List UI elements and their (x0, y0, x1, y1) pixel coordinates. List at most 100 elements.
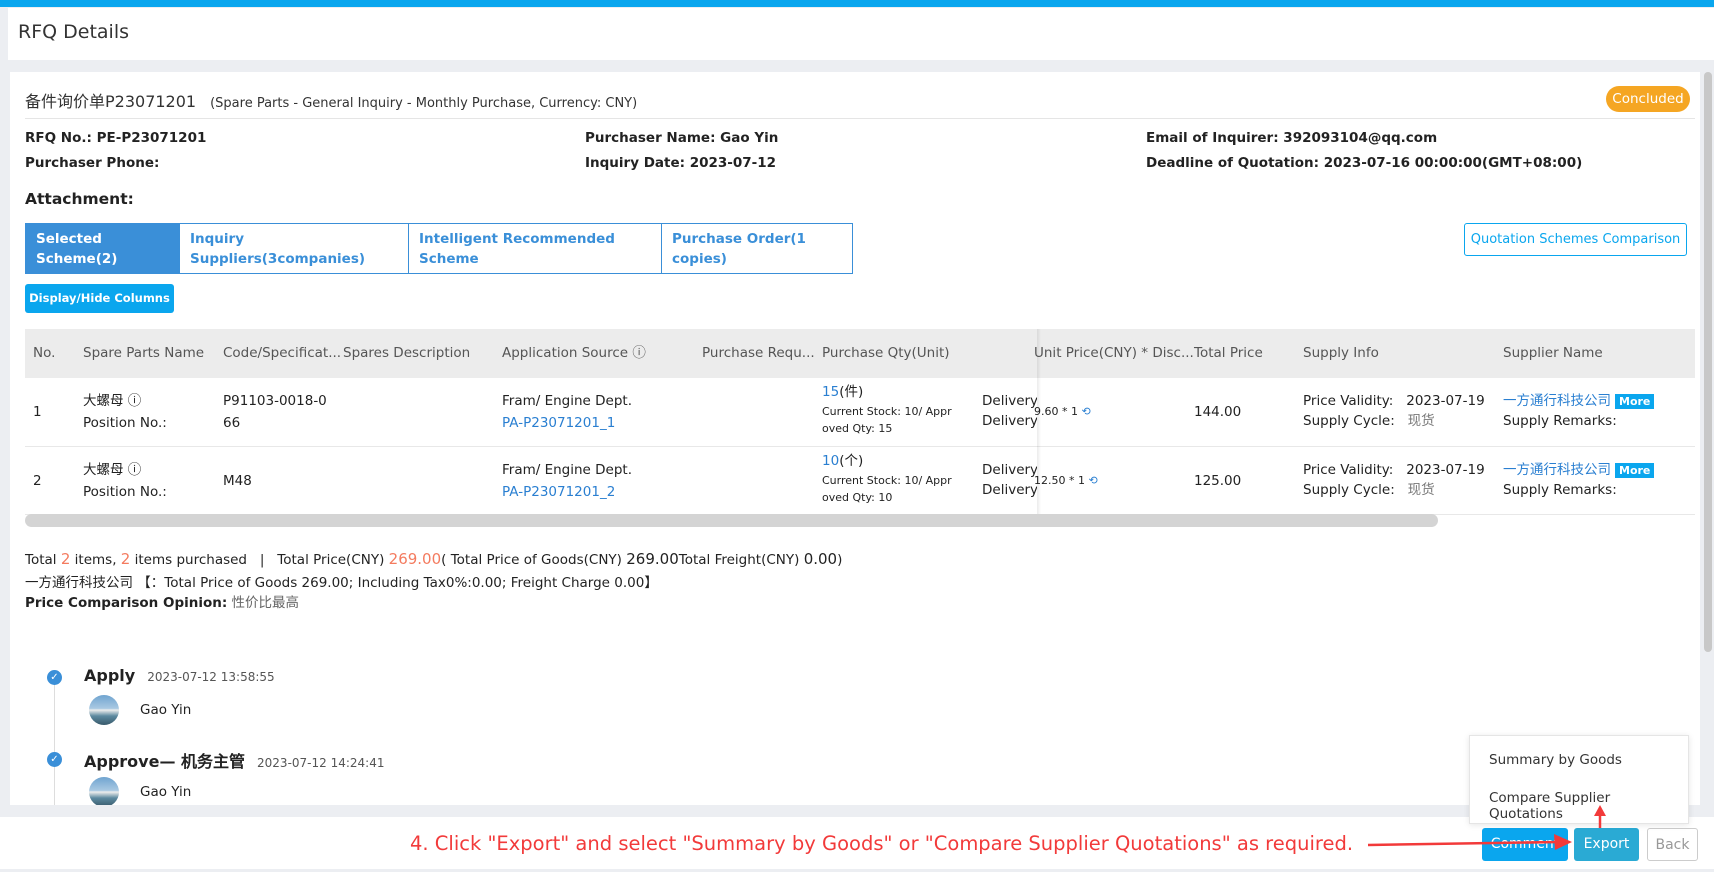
qty-unit: (个) (839, 453, 864, 469)
position-no: Position No.: (83, 415, 167, 431)
avatar (89, 695, 119, 725)
supply-remarks: Supply Remarks: (1503, 413, 1617, 429)
tab-inquiry-suppliers[interactable]: Inquiry Suppliers(3companies) (180, 224, 409, 273)
position-no: Position No.: (83, 484, 167, 500)
total-items: 2 (60, 550, 71, 568)
inquirer-email: Email of Inquirer: 392093104@qq.com (1146, 130, 1438, 146)
quotation-deadline: Deadline of Quotation: 2023-07-16 00:00:… (1146, 155, 1583, 171)
fixed-column-shadow (1037, 329, 1041, 514)
timeline-step-title: Apply 2023-07-12 13:58:55 (84, 666, 275, 685)
table-row: 2 大螺母 ⓘ Position No.: M48 Fram/ Engine D… (25, 447, 1695, 515)
quotation-schemes-comparison-button[interactable]: Quotation Schemes Comparison (1464, 223, 1687, 256)
purchase-qty[interactable]: 15 (822, 384, 839, 400)
col-unit-price: Unit Price(CNY) * Disc... (1034, 345, 1194, 361)
menu-item-compare-supplier-quotations[interactable]: Compare Supplier Quotations (1489, 790, 1688, 822)
timeline-line (54, 678, 55, 805)
col-code: Code/Specificat... (223, 345, 342, 361)
attachment-label: Attachment: (25, 190, 134, 208)
page-header: RFQ Details (8, 8, 1714, 60)
delivery-info: Delivery (982, 393, 1037, 409)
supplier-link[interactable]: 一方通行科技公司 (1503, 393, 1611, 409)
col-application-source: Application Source ⓘ (502, 345, 646, 361)
page-vertical-scrollbar[interactable] (1704, 72, 1712, 652)
purchaser-name: Purchaser Name: Gao Yin (585, 130, 779, 146)
inquiry-date: Inquiry Date: 2023-07-12 (585, 155, 777, 171)
tab-recommended-scheme[interactable]: Intelligent Recommended Scheme (409, 224, 662, 273)
history-icon[interactable]: ⟲ (1081, 405, 1090, 418)
display-hide-columns-button[interactable]: Display/Hide Columns (25, 284, 174, 313)
col-supplier-name: Supplier Name (1503, 345, 1603, 361)
table-horizontal-scrollbar[interactable] (25, 514, 1438, 527)
comment-button[interactable]: Comment (1482, 828, 1568, 861)
total-price: 144.00 (1194, 404, 1242, 420)
back-button[interactable]: Back (1647, 828, 1698, 861)
timeline-step-time: 2023-07-12 13:58:55 (147, 670, 275, 684)
goods-price-value: 269.00 (626, 550, 679, 568)
divider (25, 118, 1695, 119)
row-no: 2 (33, 473, 42, 489)
delivery-info: Delivery (982, 482, 1037, 498)
supplier-summary: 一方通行科技公司 【：Total Price of Goods 269.00; … (25, 575, 658, 591)
price-validity: 2023-07-19 (1406, 462, 1485, 478)
part-name: 大螺母 ⓘ (83, 462, 142, 478)
part-code: M48 (223, 473, 252, 489)
col-supply-info: Supply Info (1303, 345, 1379, 361)
part-code: P91103-0018-0 (223, 393, 327, 409)
supply-remarks: Supply Remarks: (1503, 482, 1617, 498)
supply-cycle: 现货 (1407, 413, 1435, 429)
rfq-title: 备件询价单P23071201 (Spare Parts - General Inq… (25, 88, 637, 112)
application-dept: Fram/ Engine Dept. (502, 393, 633, 409)
supply-cycle-label: Supply Cycle: (1303, 482, 1395, 498)
export-button[interactable]: Export (1574, 828, 1639, 861)
col-total-price: Total Price (1194, 345, 1263, 361)
menu-item-summary-by-goods[interactable]: Summary by Goods (1489, 752, 1622, 768)
approved-qty: oved Qty: 10 (822, 491, 893, 504)
col-name: Spare Parts Name (83, 345, 205, 361)
price-validity: 2023-07-19 (1406, 393, 1485, 409)
col-no: No. (33, 345, 56, 361)
col-purchase-request: Purchase Requ... (702, 345, 815, 361)
tab-purchase-order[interactable]: Purchase Order(1 copies) (662, 224, 852, 273)
application-dept: Fram/ Engine Dept. (502, 462, 633, 478)
scheme-tabs: Selected Scheme(2) Inquiry Suppliers(3co… (25, 223, 853, 274)
timeline-user: Gao Yin (140, 702, 192, 718)
more-button[interactable]: More (1615, 463, 1655, 478)
table-row: 1 大螺母 ⓘ Position No.: P91103-0018-0 66 F… (25, 378, 1695, 447)
current-stock: Current Stock: 10/ Appr (822, 474, 952, 487)
purchaser-phone: Purchaser Phone: (25, 155, 160, 171)
status-badge: Concluded (1606, 86, 1690, 112)
application-link[interactable]: PA-P23071201_1 (502, 413, 615, 433)
history-icon[interactable]: ⟲ (1088, 474, 1097, 487)
purchase-qty[interactable]: 10 (822, 453, 839, 469)
totals-summary: Total 2 items, 2 items purchased | Total… (25, 550, 843, 568)
instruction-annotation: 4. Click "Export" and select "Summary by… (410, 832, 1354, 855)
supply-cycle: 现货 (1407, 482, 1435, 498)
avatar (89, 777, 119, 805)
row-no: 1 (33, 404, 42, 420)
rfq-detail-card: 备件询价单P23071201 (Spare Parts - General Inq… (10, 72, 1700, 805)
unit-price: 12.50 * 1 (1034, 474, 1085, 487)
price-comparison-opinion: Price Comparison Opinion: 性价比最高 (25, 595, 300, 611)
page-title: RFQ Details (18, 21, 129, 43)
timeline-user: Gao Yin (140, 784, 192, 800)
delivery-info: Delivery (982, 462, 1037, 478)
supplier-link[interactable]: 一方通行科技公司 (1503, 462, 1611, 478)
timeline-step-time: 2023-07-12 14:24:41 (257, 756, 385, 770)
approved-qty: oved Qty: 15 (822, 422, 893, 435)
total-price-value: 269.00 (388, 550, 442, 568)
qty-unit: (件) (839, 384, 864, 400)
export-dropdown-menu: Summary by Goods Compare Supplier Quotat… (1469, 735, 1689, 824)
col-purchase-qty: Purchase Qty(Unit) (822, 345, 950, 361)
more-button[interactable]: More (1615, 394, 1655, 409)
price-validity-label: Price Validity: (1303, 393, 1394, 409)
tab-selected-scheme[interactable]: Selected Scheme(2) (26, 224, 180, 273)
delivery-info: Delivery (982, 413, 1037, 429)
current-stock: Current Stock: 10/ Appr (822, 405, 952, 418)
part-name: 大螺母 ⓘ (83, 393, 142, 409)
rfq-subtitle: (Spare Parts - General Inquiry - Monthly… (210, 96, 638, 111)
check-circle-icon: ✓ (47, 670, 62, 685)
col-description: Spares Description (343, 345, 471, 361)
part-code-cont: 66 (223, 415, 241, 431)
application-link[interactable]: PA-P23071201_2 (502, 482, 615, 502)
price-validity-label: Price Validity: (1303, 462, 1394, 478)
